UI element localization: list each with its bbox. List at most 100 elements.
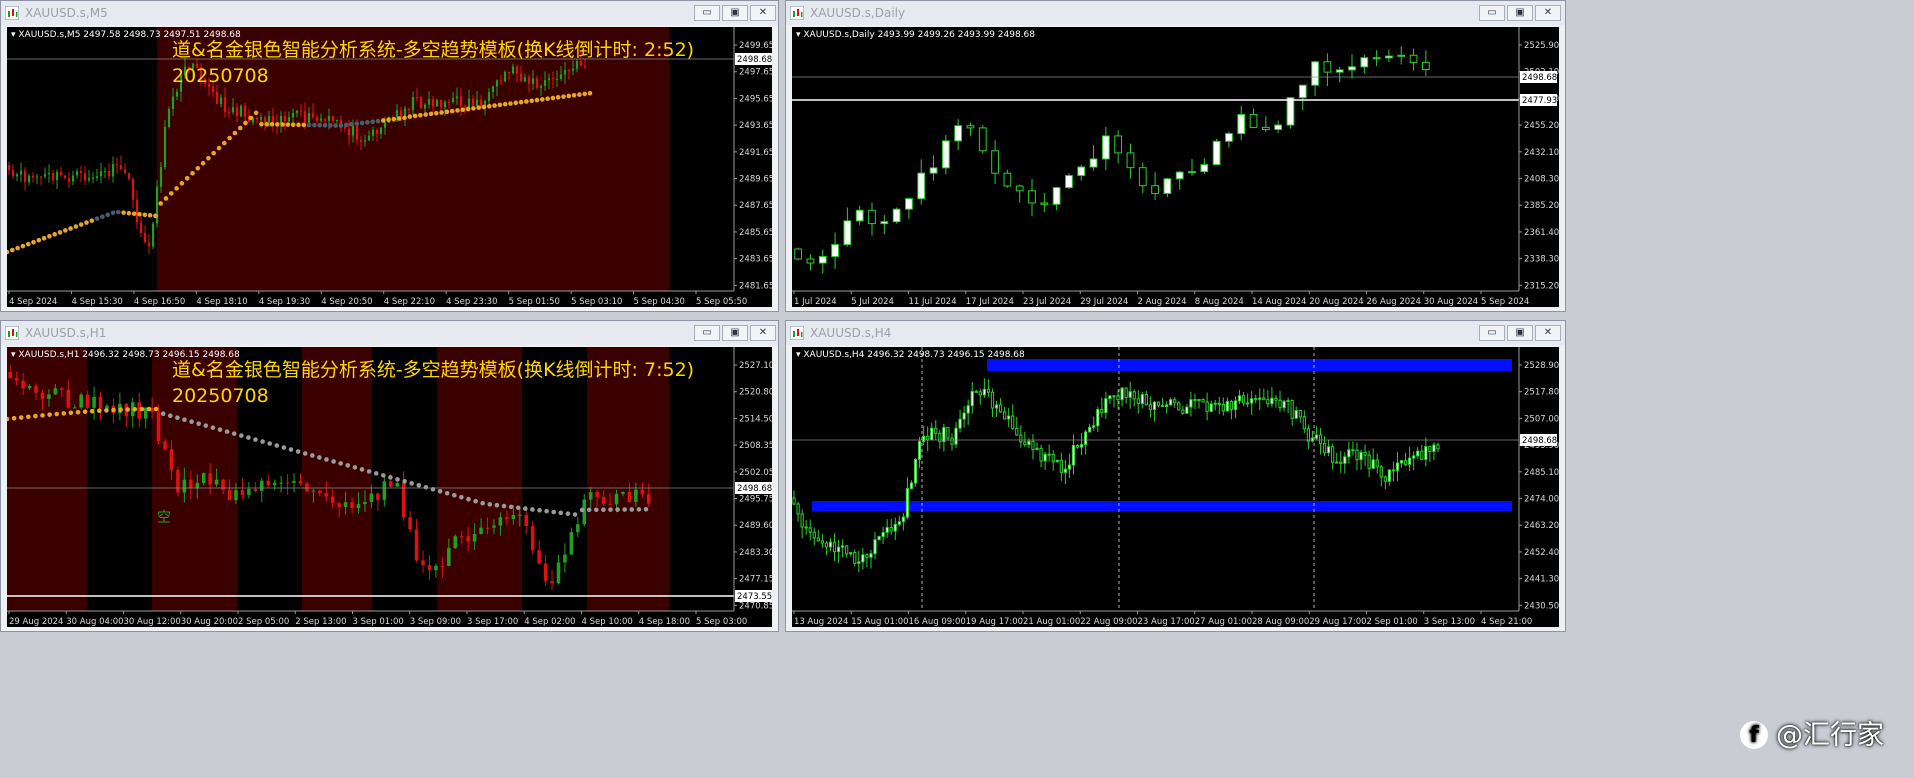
restore-button[interactable]: ▣ bbox=[722, 325, 748, 341]
minimize-button[interactable]: ▭ bbox=[694, 5, 720, 21]
close-button[interactable]: ✕ bbox=[1535, 325, 1561, 341]
candle-body bbox=[492, 525, 496, 528]
ma-dot bbox=[174, 186, 179, 191]
window-titlebar[interactable]: XAUUSD.s,M5 ▭ ▣ ✕ bbox=[1, 1, 778, 25]
candle-body bbox=[139, 222, 143, 233]
candle-body bbox=[1266, 399, 1270, 405]
candle-body bbox=[569, 532, 574, 555]
candle-body bbox=[1221, 404, 1225, 412]
candle-body bbox=[792, 497, 796, 505]
candle-body bbox=[909, 482, 914, 490]
candlestick-chart[interactable]: 2499.65 2497.65 2495.65 2493.65 2491.65 2489.… bbox=[7, 27, 772, 307]
ma-dot bbox=[577, 92, 582, 97]
ma-dot bbox=[365, 120, 370, 125]
candle-body bbox=[897, 521, 901, 525]
chart-window-m5[interactable]: XAUUSD.s,M5 ▭ ▣ ✕ 2499.65 2497.65 2495.65 2… bbox=[0, 0, 779, 312]
ma-dot bbox=[203, 423, 209, 428]
minimize-button[interactable]: ▭ bbox=[1479, 325, 1505, 341]
candle-body bbox=[330, 496, 335, 504]
candle-body bbox=[359, 139, 363, 142]
restore-button[interactable]: ▣ bbox=[722, 5, 748, 21]
candlestick-chart[interactable]: 2527.10 2520.80 2514.50 2508.35 2502.05 2495.… bbox=[7, 347, 772, 627]
candle-body bbox=[938, 432, 942, 443]
candle-body bbox=[571, 68, 575, 71]
candle-body bbox=[614, 493, 619, 505]
candle-body bbox=[816, 537, 820, 542]
window-titlebar[interactable]: XAUUSD.s,H4 ▭ ▣ ✕ bbox=[786, 321, 1565, 345]
candle-body bbox=[285, 482, 290, 484]
ma-dot bbox=[480, 500, 486, 506]
candle-body bbox=[407, 108, 411, 111]
candle-body bbox=[505, 517, 509, 520]
time-label: 22 Aug 09:00 bbox=[1080, 617, 1137, 627]
candle-body bbox=[1314, 434, 1319, 439]
candle-body bbox=[463, 106, 467, 108]
restore-button[interactable]: ▣ bbox=[1507, 5, 1533, 21]
candle-body bbox=[79, 394, 83, 408]
candle-body bbox=[1225, 133, 1233, 142]
window-titlebar[interactable]: XAUUSD.s,Daily ▭ ▣ ✕ bbox=[786, 1, 1565, 25]
candle-body bbox=[966, 125, 975, 129]
price-label: 2497.65 bbox=[739, 68, 772, 78]
price-label: 2315.20 bbox=[1524, 281, 1559, 291]
candle-body bbox=[824, 542, 829, 548]
ma-dot bbox=[222, 140, 227, 146]
ma-dot bbox=[492, 103, 497, 108]
candle-body bbox=[1126, 152, 1135, 169]
restore-button[interactable]: ▣ bbox=[1507, 325, 1533, 341]
candlestick-chart[interactable]: 2528.902517.802507.002495.902485.102474.… bbox=[792, 347, 1559, 627]
minimize-button[interactable]: ▭ bbox=[1479, 5, 1505, 21]
price-label: 2338.30 bbox=[1524, 255, 1559, 265]
candle-body bbox=[431, 99, 435, 107]
candle-body bbox=[231, 107, 235, 113]
time-label: 5 Sep 05:50 bbox=[696, 297, 747, 307]
ma-dot bbox=[333, 123, 338, 128]
candle-body bbox=[99, 171, 103, 177]
candlestick-chart[interactable]: 2525.902502.102478.302455.202432.102408.… bbox=[792, 27, 1559, 307]
ma-dot bbox=[239, 433, 244, 438]
ma-dot bbox=[550, 95, 556, 101]
candle-body bbox=[243, 105, 247, 117]
ma-dot bbox=[169, 191, 174, 196]
close-button[interactable]: ✕ bbox=[750, 5, 776, 21]
indicator-title: 道&名金银色智能分析系统-多空趋势模板(换K线倒计时: 2:52) bbox=[172, 39, 695, 61]
ma-dot bbox=[391, 116, 397, 122]
candle-body bbox=[1156, 401, 1161, 406]
window-titlebar[interactable]: XAUUSD.s,H1 ▭ ▣ ✕ bbox=[1, 321, 778, 345]
ma-dot bbox=[139, 406, 145, 412]
candle-body bbox=[1088, 426, 1092, 433]
close-button[interactable]: ✕ bbox=[1535, 5, 1561, 21]
candle-body bbox=[471, 98, 475, 106]
time-label: 5 Sep 01:50 bbox=[509, 297, 560, 307]
price-chart-h4[interactable]: 2528.90 2517.80 2507.00 2495.90 2485.10 2474.… bbox=[792, 347, 1559, 627]
current-price-tag: 2498.68 bbox=[737, 55, 772, 65]
chart-window-h4[interactable]: XAUUSD.s,H4 ▭ ▣ ✕ 2528.90 2517.80 2507.00 2… bbox=[785, 320, 1566, 632]
chart-app-icon bbox=[5, 6, 19, 20]
candle-body bbox=[1136, 398, 1140, 404]
ma-dot bbox=[354, 121, 360, 126]
candle-body bbox=[1035, 447, 1039, 451]
ma-dot bbox=[211, 150, 216, 156]
ma-dot bbox=[260, 439, 265, 444]
watermark: f @汇行家 bbox=[1740, 713, 1884, 752]
window-title: XAUUSD.s,M5 bbox=[25, 6, 108, 20]
candle-body bbox=[156, 411, 161, 442]
candle-body bbox=[929, 167, 938, 174]
candle-body bbox=[970, 390, 974, 407]
candle-body bbox=[1003, 172, 1012, 187]
chart-window-h1[interactable]: XAUUSD.s,H1 ▭ ▣ ✕ 2527.10 2520.80 2514.50 2… bbox=[0, 320, 779, 632]
candle-body bbox=[1027, 440, 1031, 446]
price-chart-h1[interactable]: 2527.10 2520.80 2514.50 2508.35 2502.05 2495.… bbox=[7, 347, 772, 627]
candle-body bbox=[411, 97, 415, 111]
candle-body bbox=[1420, 450, 1424, 460]
price-chart-m5[interactable]: 2499.65 2497.65 2495.65 2493.65 2491.65 2489.… bbox=[7, 27, 772, 307]
candle-body bbox=[1201, 398, 1205, 403]
close-button[interactable]: ✕ bbox=[750, 325, 776, 341]
candle-body bbox=[905, 198, 913, 210]
candle-body bbox=[1100, 408, 1104, 414]
chart-window-daily[interactable]: XAUUSD.s,Daily ▭ ▣ ✕ 2525.902502.102478.… bbox=[785, 0, 1566, 312]
symbol-ohlc-label: ▾ XAUUSD.s,Daily 2493.99 2499.26 2493.99… bbox=[796, 30, 1036, 40]
candle-body bbox=[524, 514, 528, 527]
minimize-button[interactable]: ▭ bbox=[694, 325, 720, 341]
price-chart-daily[interactable]: 2525.902502.102478.302455.202432.102408.… bbox=[792, 27, 1559, 307]
